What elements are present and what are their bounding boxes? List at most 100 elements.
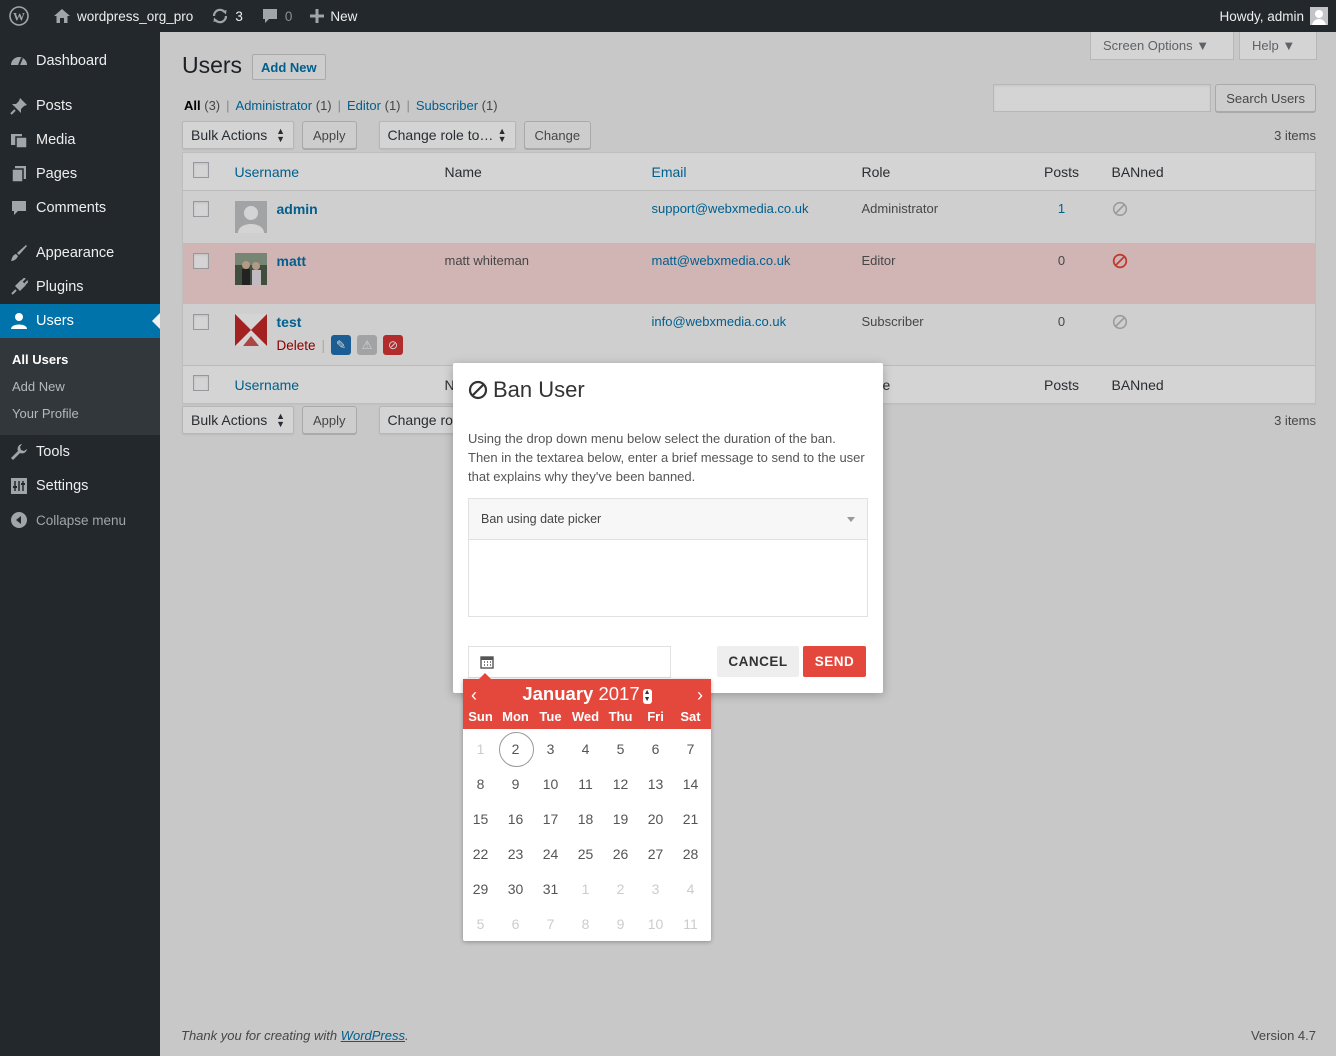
calendar-icon: [480, 656, 494, 669]
menu-settings[interactable]: Settings: [0, 469, 160, 503]
calendar-day[interactable]: 18: [568, 801, 603, 836]
updates-link[interactable]: 3: [202, 0, 252, 32]
calendar-day[interactable]: 12: [603, 766, 638, 801]
calendar-day[interactable]: 15: [463, 801, 498, 836]
submenu-your-profile[interactable]: Your Profile: [0, 400, 160, 427]
month-label[interactable]: January: [522, 683, 593, 704]
calendar-week-row: 15 16 17 18 19 20 21: [463, 801, 711, 836]
calendar-week-row: 5 6 7 8 9 10 11: [463, 906, 711, 941]
modal-description: Using the drop down menu below select th…: [468, 431, 865, 484]
menu-label: Dashboard: [36, 53, 107, 69]
calendar-day-disabled: 3: [651, 880, 660, 897]
menu-label: Comments: [36, 200, 107, 216]
menu-appearance[interactable]: Appearance: [0, 236, 160, 270]
calendar-day[interactable]: 22: [463, 836, 498, 871]
calendar-day[interactable]: 29: [463, 871, 498, 906]
my-account-link[interactable]: Howdy, admin: [1210, 0, 1336, 32]
calendar-day[interactable]: 28: [673, 836, 708, 871]
month-year-label: January 2017 ▲ ▼: [463, 683, 711, 705]
menu-label: Media: [36, 132, 76, 148]
brush-icon: [10, 244, 28, 262]
calendar-day[interactable]: 10: [533, 766, 568, 801]
collapse-menu[interactable]: Collapse menu: [0, 503, 160, 537]
calendar-day[interactable]: 14: [673, 766, 708, 801]
wordpress-logo-icon[interactable]: W: [0, 0, 44, 32]
weekday-label: Fri: [647, 709, 664, 724]
collapse-icon: [10, 511, 28, 529]
weekday-label: Thu: [608, 709, 633, 724]
updates-count: 3: [235, 8, 243, 24]
send-button[interactable]: SEND: [803, 646, 866, 677]
calendar-day[interactable]: 16: [498, 801, 533, 836]
calendar-day[interactable]: 6: [638, 731, 673, 766]
calendar-day-disabled: 2: [616, 880, 625, 897]
year-spinner-icon[interactable]: ▲ ▼: [642, 689, 652, 704]
calendar-day[interactable]: 11: [568, 766, 603, 801]
home-icon: [54, 9, 70, 23]
menu-label: Collapse menu: [36, 512, 127, 528]
menu-tools[interactable]: Tools: [0, 435, 160, 469]
ban-date-input[interactable]: [468, 646, 671, 678]
calendar-day[interactable]: 5: [603, 731, 638, 766]
calendar-day[interactable]: 23: [498, 836, 533, 871]
calendar-day[interactable]: 25: [568, 836, 603, 871]
menu-users[interactable]: Users: [0, 304, 160, 338]
calendar-day[interactable]: 27: [638, 836, 673, 871]
calendar-day[interactable]: 8: [463, 766, 498, 801]
calendar-day[interactable]: 30: [498, 871, 533, 906]
ban-user-modal: Ban User Using the drop down menu below …: [453, 363, 883, 693]
weekday-label: Sat: [680, 709, 701, 724]
next-month-icon[interactable]: ›: [697, 685, 703, 706]
ban-message-textarea[interactable]: [468, 539, 868, 617]
wrench-icon: [10, 443, 28, 461]
menu-label: Users: [36, 313, 74, 329]
users-submenu: All Users Add New Your Profile: [0, 338, 160, 435]
calendar-day[interactable]: 17: [533, 801, 568, 836]
calendar-day-disabled: 1: [581, 880, 590, 897]
menu-media[interactable]: Media: [0, 123, 160, 157]
year-label[interactable]: 2017: [598, 683, 639, 704]
calendar-day[interactable]: 4: [568, 731, 603, 766]
calendar-day-disabled: 9: [616, 915, 625, 932]
dropdown-arrow-icon: [847, 516, 855, 522]
new-label: New: [330, 8, 358, 24]
submenu-all-users[interactable]: All Users: [0, 346, 160, 373]
calendar-day[interactable]: 19: [603, 801, 638, 836]
weekday-label: Tue: [539, 709, 562, 724]
ban-duration-select[interactable]: Ban using date picker: [468, 498, 868, 540]
comments-link[interactable]: 0: [252, 0, 302, 32]
modal-title-text: Ban User: [493, 377, 585, 402]
calendar-day[interactable]: 13: [638, 766, 673, 801]
calendar-day-disabled: 8: [581, 915, 590, 932]
calendar-day[interactable]: 2: [498, 731, 534, 767]
menu-label: Plugins: [36, 279, 84, 295]
admin-sidebar: Dashboard Posts Media Pages Comments App…: [0, 32, 160, 1056]
calendar-week-row: 8 9 10 11 12 13 14: [463, 766, 711, 801]
new-content-link[interactable]: New: [301, 0, 366, 32]
modal-title: Ban User: [468, 377, 585, 403]
site-name: wordpress_org_pro: [77, 8, 194, 24]
calendar-day[interactable]: 7: [673, 731, 708, 766]
calendar-day[interactable]: 26: [603, 836, 638, 871]
plus-icon: [310, 9, 325, 23]
calendar-day[interactable]: 20: [638, 801, 673, 836]
site-name-link[interactable]: wordpress_org_pro: [44, 0, 202, 32]
cancel-button[interactable]: CANCEL: [717, 646, 799, 677]
menu-pages[interactable]: Pages: [0, 157, 160, 191]
calendar-day[interactable]: 31: [533, 871, 568, 906]
menu-plugins[interactable]: Plugins: [0, 270, 160, 304]
calendar-day[interactable]: 3: [533, 731, 568, 766]
calendar-day[interactable]: 24: [533, 836, 568, 871]
menu-dashboard[interactable]: Dashboard: [0, 44, 160, 78]
menu-comments[interactable]: Comments: [0, 191, 160, 225]
date-picker: ‹ January 2017 ▲ ▼ › Sun Mon Tue Wed Thu F…: [463, 673, 711, 941]
menu-label: Posts: [36, 98, 73, 114]
dashboard-icon: [10, 52, 28, 70]
menu-posts[interactable]: Posts: [0, 89, 160, 123]
calendar-day[interactable]: 21: [673, 801, 708, 836]
submenu-add-new[interactable]: Add New: [0, 373, 160, 400]
calendar-day[interactable]: 9: [498, 766, 533, 801]
weekday-label: Wed: [571, 709, 600, 724]
comment-icon: [262, 9, 277, 23]
date-picker-header: ‹ January 2017 ▲ ▼ › Sun Mon Tue Wed Thu F…: [463, 673, 711, 729]
